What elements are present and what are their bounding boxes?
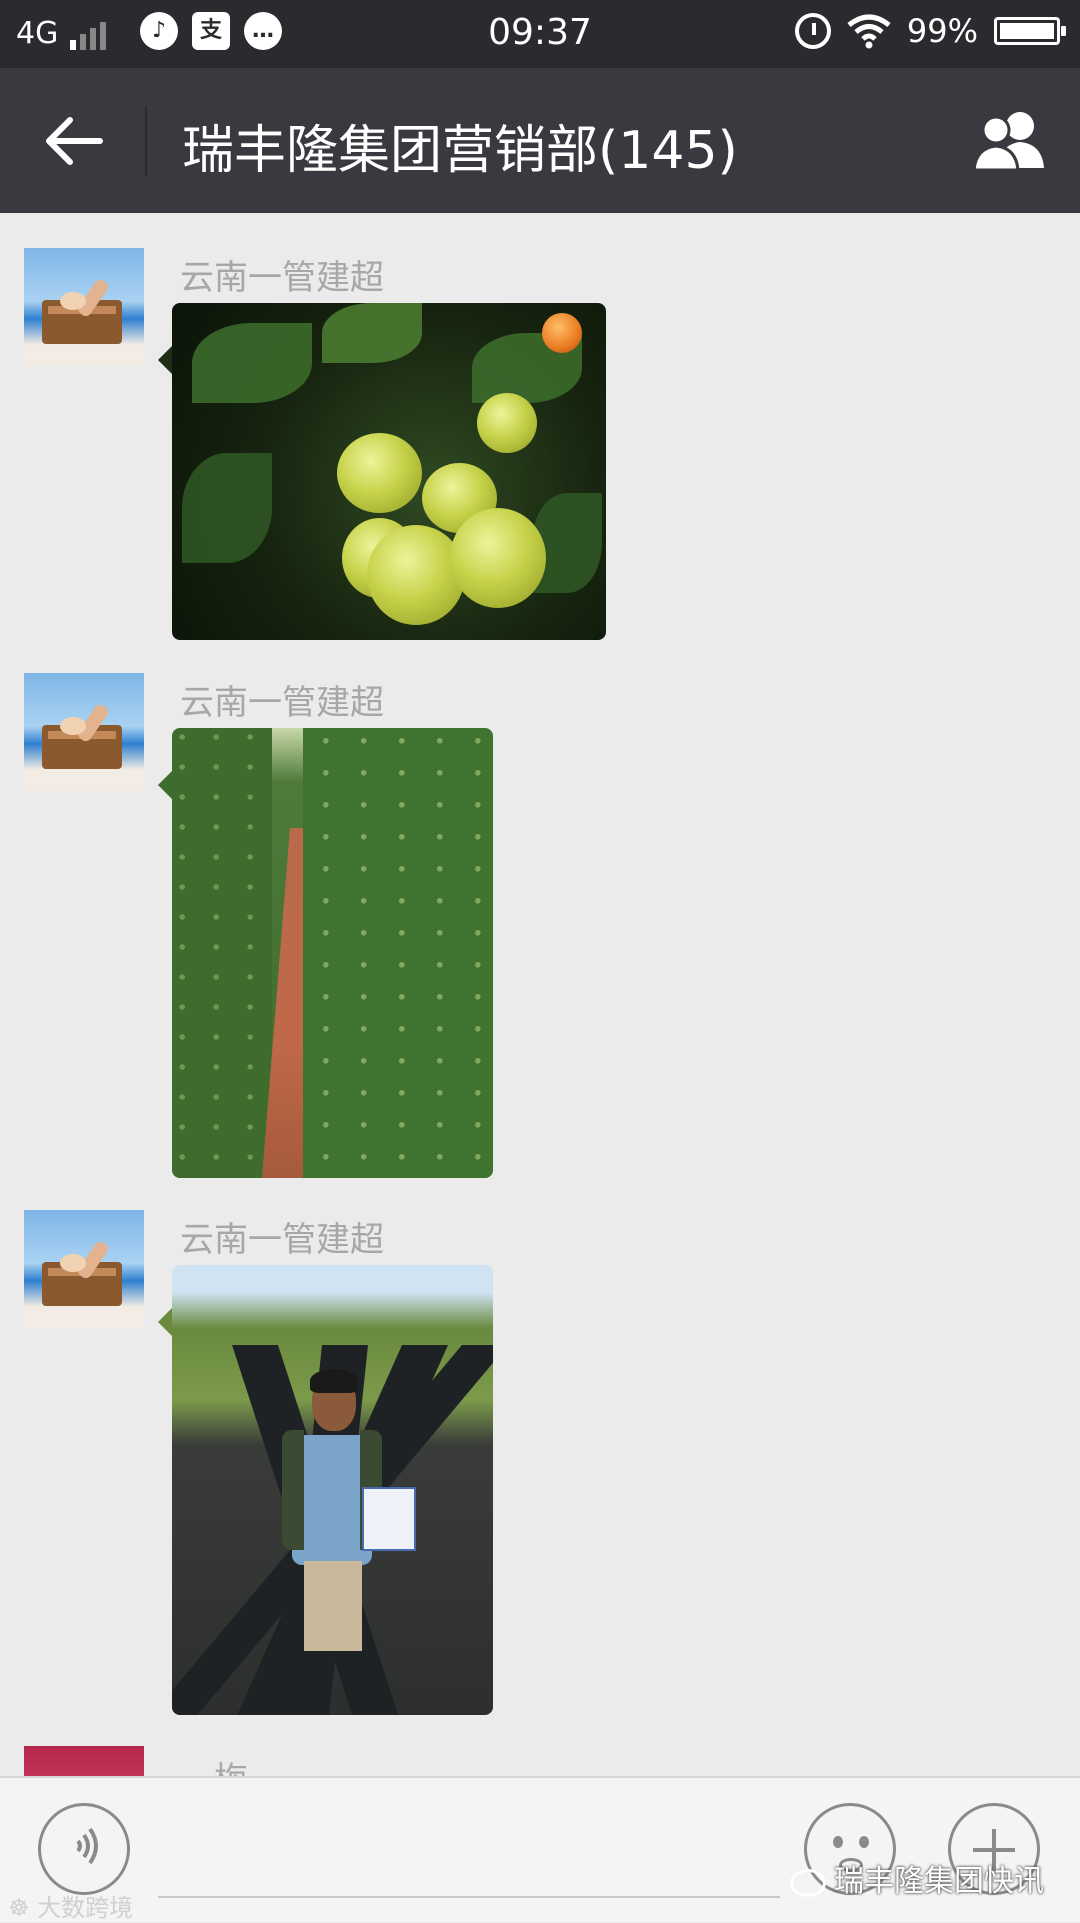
sender-name: 云南一管建超 <box>180 258 384 298</box>
message-item: 云南一管建超 <box>0 248 1080 648</box>
avatar[interactable] <box>24 1210 144 1328</box>
emoji-icon <box>833 1836 843 1848</box>
photo-message-tomato-rows[interactable] <box>172 728 493 1178</box>
watermark-logo-icon: ☸ <box>8 1894 38 1922</box>
watermark-left-text: 大数跨境 <box>37 1894 134 1922</box>
watermark-left: ☸ 大数跨境 <box>8 1888 133 1923</box>
sender-name: 云南一管建超 <box>180 1220 384 1260</box>
group-members-icon[interactable] <box>970 108 1050 174</box>
avatar[interactable] <box>24 1746 144 1776</box>
watermark-right-text: 瑞丰隆集团快讯 <box>834 1864 1044 1899</box>
alarm-icon <box>794 13 831 49</box>
message-list[interactable]: 云南一管建超 云南一管建超 云南一管建超 <box>0 213 1080 1776</box>
chat-input-bar <box>0 1776 1080 1922</box>
avatar[interactable] <box>24 673 144 791</box>
emoji-icon-eye <box>859 1836 869 1848</box>
voice-wave-icon <box>76 1827 98 1865</box>
back-arrow-icon[interactable] <box>40 108 106 174</box>
photo-message-farmer-field[interactable] <box>172 1265 493 1715</box>
avatar[interactable] <box>24 248 144 366</box>
chat-header: 瑞丰隆集团营销部(145) <box>0 68 1080 213</box>
message-input[interactable] <box>158 1896 780 1898</box>
battery-percent: 99% <box>906 12 978 50</box>
wifi-icon <box>847 14 891 49</box>
status-bar: 4G ♪ 支 … 09:37 99% <box>0 0 1080 68</box>
voice-input-button[interactable] <box>38 1803 130 1895</box>
message-item: 云南一管建超 <box>0 1210 1080 1730</box>
group-chat-title: 瑞丰隆集团营销部(145) <box>182 121 738 181</box>
watermark-right: 瑞丰隆集团快讯 <box>790 1856 1044 1900</box>
wechat-logo-icon <box>790 1868 826 1897</box>
header-divider <box>145 106 147 176</box>
sender-name: 云南一管建超 <box>180 683 384 723</box>
status-right: 99% <box>794 12 1066 50</box>
sender-name: 一梅 <box>180 1752 248 1776</box>
battery-icon <box>994 17 1066 45</box>
photo-message-tomatoes[interactable] <box>172 303 606 640</box>
message-item: 一梅 <box>0 1746 1080 1776</box>
message-item: 云南一管建超 <box>0 673 1080 1193</box>
